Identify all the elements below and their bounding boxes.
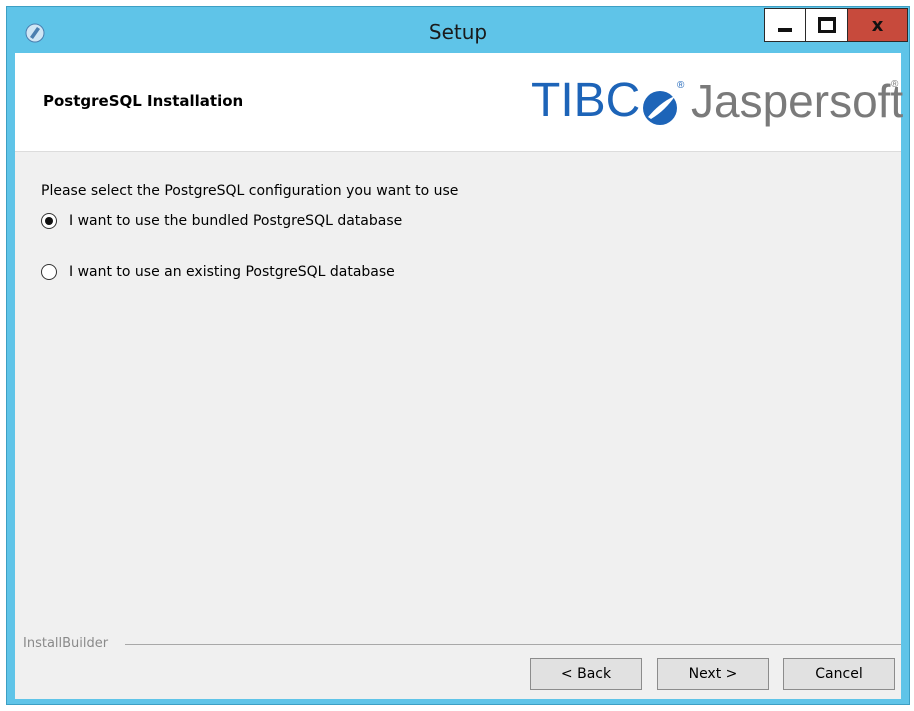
logo-jaspersoft-text: Jaspersoft (691, 75, 904, 127)
config-prompt: Please select the PostgreSQL configurati… (41, 183, 459, 199)
tibco-jaspersoft-logo: TIBC ® Jaspersoft ® (531, 73, 903, 133)
maximize-icon (817, 17, 836, 33)
setup-window: Setup x PostgreSQL Installation TIBC ® J… (6, 6, 910, 705)
radio-existing[interactable] (41, 264, 57, 280)
tibco-swoosh-logo (643, 91, 677, 125)
dialog-content: PostgreSQL Installation TIBC ® Jaspersof… (15, 53, 903, 699)
option-bundled-database[interactable]: I want to use the bundled PostgreSQL dat… (41, 213, 402, 229)
page-title: PostgreSQL Installation (43, 92, 244, 110)
back-button[interactable]: < Back (530, 658, 642, 690)
close-icon: x (871, 14, 884, 36)
radio-bundled[interactable] (41, 213, 57, 229)
logo-registered-mark: ® (677, 80, 685, 91)
maximize-button[interactable] (806, 8, 848, 42)
cancel-button[interactable]: Cancel (783, 658, 895, 690)
close-button[interactable]: x (848, 8, 908, 42)
option-existing-database[interactable]: I want to use an existing PostgreSQL dat… (41, 264, 395, 280)
next-button[interactable]: Next > (657, 658, 769, 690)
installbuilder-label: InstallBuilder (23, 636, 113, 651)
footer-divider (125, 644, 901, 645)
wizard-header: PostgreSQL Installation TIBC ® Jaspersof… (15, 53, 903, 152)
radio-selected-dot (45, 217, 53, 225)
minimize-icon (778, 28, 792, 32)
title-bar[interactable]: Setup x (7, 7, 909, 53)
option-label-existing[interactable]: I want to use an existing PostgreSQL dat… (69, 264, 395, 280)
logo-tibco-text: TIBC (531, 74, 641, 127)
minimize-button[interactable] (764, 8, 806, 42)
logo-registered-mark-2: ® (891, 79, 899, 90)
option-label-bundled[interactable]: I want to use the bundled PostgreSQL dat… (69, 213, 402, 229)
